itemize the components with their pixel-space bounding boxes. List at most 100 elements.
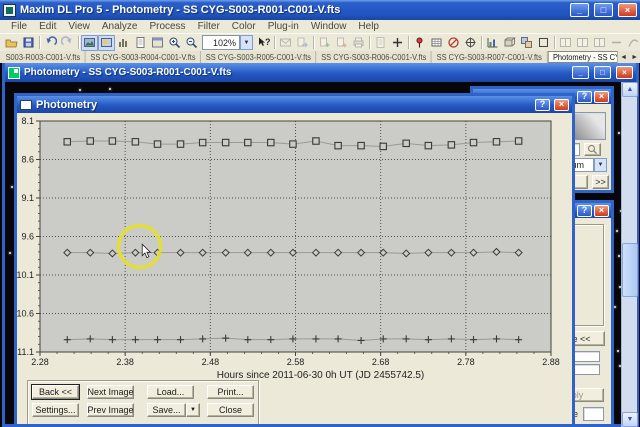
- magnifier-icon[interactable]: [584, 143, 601, 156]
- export-icon[interactable]: [294, 35, 311, 51]
- close-icon[interactable]: ×: [594, 204, 609, 217]
- dialog-title-bar[interactable]: Photometry ? ×: [17, 96, 572, 113]
- x-tick-label: 2.58: [287, 357, 305, 367]
- pane-right-icon[interactable]: [574, 35, 591, 51]
- table-grid-icon[interactable]: [428, 35, 445, 51]
- star-dot: [618, 132, 620, 134]
- target-icon[interactable]: [462, 35, 479, 51]
- file-tab-3[interactable]: SS CYG-S003-R006-C001-V.fts: [317, 51, 432, 63]
- photometry-chart[interactable]: 2.28 2.38 2.48 2.58 2.68 2.78 2.88 8.1 8.6 9.1 9.6…: [17, 114, 572, 382]
- curve-tool-icon[interactable]: [625, 35, 640, 51]
- graph-icon[interactable]: [484, 35, 501, 51]
- histogram-icon[interactable]: [115, 35, 132, 51]
- zoom-in-icon[interactable]: [166, 35, 183, 51]
- zoom-level-dropdown[interactable]: 102% ▼: [202, 35, 253, 50]
- open-icon[interactable]: [3, 35, 20, 51]
- star-dot: [618, 255, 620, 257]
- zoom-out-icon[interactable]: [183, 35, 200, 51]
- scroll-up-icon[interactable]: ▲: [622, 82, 638, 97]
- settings-button[interactable]: Settings...: [32, 403, 79, 417]
- menu-window[interactable]: Window: [305, 20, 353, 33]
- tab-scroll-buttons: ◄ ►: [617, 51, 640, 63]
- save-dropdown-icon[interactable]: ▼: [186, 403, 200, 417]
- marker-square: [357, 141, 365, 150]
- marker-square: [492, 138, 501, 146]
- redo-icon[interactable]: [59, 35, 76, 51]
- help-icon[interactable]: ?: [577, 90, 592, 103]
- marker-square: [108, 137, 117, 145]
- tab-scroll-right-icon[interactable]: ►: [631, 54, 638, 61]
- image-restore-button[interactable]: □: [594, 66, 611, 79]
- menu-color[interactable]: Color: [226, 20, 262, 33]
- save-icon[interactable]: [20, 35, 37, 51]
- app-icon: [3, 3, 16, 17]
- image-window-title-bar[interactable]: Photometry - SS CYG-S003-R001-C001-V.fts…: [5, 63, 636, 82]
- screen-stretch-icon[interactable]: [81, 34, 98, 51]
- menu-edit[interactable]: Edit: [33, 20, 62, 33]
- image-vertical-scrollbar[interactable]: ▲ ▼: [621, 82, 638, 427]
- menu-filter[interactable]: Filter: [192, 20, 226, 33]
- file-tab-2[interactable]: SS CYG-S003-R005-C001-V.fts: [201, 51, 317, 63]
- marker-pin-icon[interactable]: [411, 35, 428, 51]
- toolbar-separator: [554, 36, 555, 49]
- input-field[interactable]: [583, 407, 604, 421]
- menu-view[interactable]: View: [62, 20, 96, 33]
- next-image-button[interactable]: Next Image: [87, 385, 134, 399]
- marker-square: [63, 138, 72, 146]
- clipboard-icon[interactable]: [132, 35, 149, 51]
- email-icon[interactable]: [277, 35, 294, 51]
- image-close-button[interactable]: ×: [616, 66, 633, 79]
- back-button[interactable]: Back <<: [32, 385, 79, 399]
- window-settings-icon[interactable]: [149, 35, 166, 51]
- dialog-help-icon[interactable]: ?: [535, 98, 550, 111]
- close-button[interactable]: ×: [618, 3, 637, 17]
- print-small-icon[interactable]: [350, 35, 367, 51]
- menu-plug-in[interactable]: Plug-in: [262, 20, 305, 33]
- image-minimize-button[interactable]: _: [572, 66, 589, 79]
- dialog-close-icon[interactable]: ×: [554, 98, 569, 111]
- menu-process[interactable]: Process: [143, 20, 191, 33]
- scroll-down-icon[interactable]: ▼: [622, 412, 638, 427]
- quick-stretch-icon[interactable]: [98, 34, 115, 51]
- help-icon[interactable]: ?: [577, 204, 592, 217]
- expand-panel-button[interactable]: >>: [592, 175, 609, 189]
- menu-bar: File Edit View Analyze Process Filter Color Plu…: [0, 20, 640, 33]
- copy-icon[interactable]: [372, 35, 389, 51]
- close-icon[interactable]: ×: [594, 90, 609, 103]
- menu-file[interactable]: File: [5, 20, 33, 33]
- menu-help[interactable]: Help: [352, 20, 385, 33]
- doc-add-icon[interactable]: [316, 35, 333, 51]
- minus-tool-icon[interactable]: [608, 35, 625, 51]
- file-tab-1[interactable]: SS CYG-S003-R004-C001-V.fts: [86, 51, 202, 63]
- tile-windows-icon[interactable]: [518, 35, 535, 51]
- maximize-button[interactable]: □: [594, 3, 613, 17]
- save-button[interactable]: Save...: [147, 403, 186, 417]
- chevron-down-icon[interactable]: ▼: [240, 35, 253, 50]
- file-tab-0[interactable]: S003-R003-C001-V.fts: [1, 51, 86, 63]
- context-help-icon[interactable]: ?: [255, 35, 272, 51]
- cube-icon[interactable]: [501, 35, 518, 51]
- no-overlay-icon[interactable]: [445, 35, 462, 51]
- crosshair-add-icon[interactable]: [389, 35, 406, 51]
- chevron-down-icon[interactable]: ▼: [594, 158, 607, 172]
- marker-square: [469, 138, 478, 147]
- prev-image-button[interactable]: Prev Image: [87, 403, 134, 417]
- doc-send-icon[interactable]: [333, 35, 350, 51]
- tab-scroll-left-icon[interactable]: ◄: [620, 54, 627, 61]
- x-tick-label: 2.38: [116, 357, 134, 367]
- dialog-icon: [20, 99, 32, 110]
- y-tick-label: 9.1: [21, 193, 34, 203]
- marker-square: [198, 138, 207, 147]
- frame-icon[interactable]: [535, 35, 552, 51]
- scrollbar-thumb[interactable]: [622, 243, 638, 297]
- file-tab-4[interactable]: SS CYG-S003-R007-C001-V.fts: [432, 51, 548, 63]
- print-button[interactable]: Print...: [207, 385, 254, 399]
- minimize-button[interactable]: _: [570, 3, 589, 17]
- y-tick-label: 11.1: [17, 347, 34, 357]
- undo-icon[interactable]: [42, 35, 59, 51]
- pane-split-icon[interactable]: [591, 35, 608, 51]
- close-dialog-button[interactable]: Close: [207, 403, 254, 417]
- pane-left-icon[interactable]: [557, 35, 574, 51]
- menu-analyze[interactable]: Analyze: [96, 20, 144, 33]
- load-button[interactable]: Load...: [147, 385, 194, 399]
